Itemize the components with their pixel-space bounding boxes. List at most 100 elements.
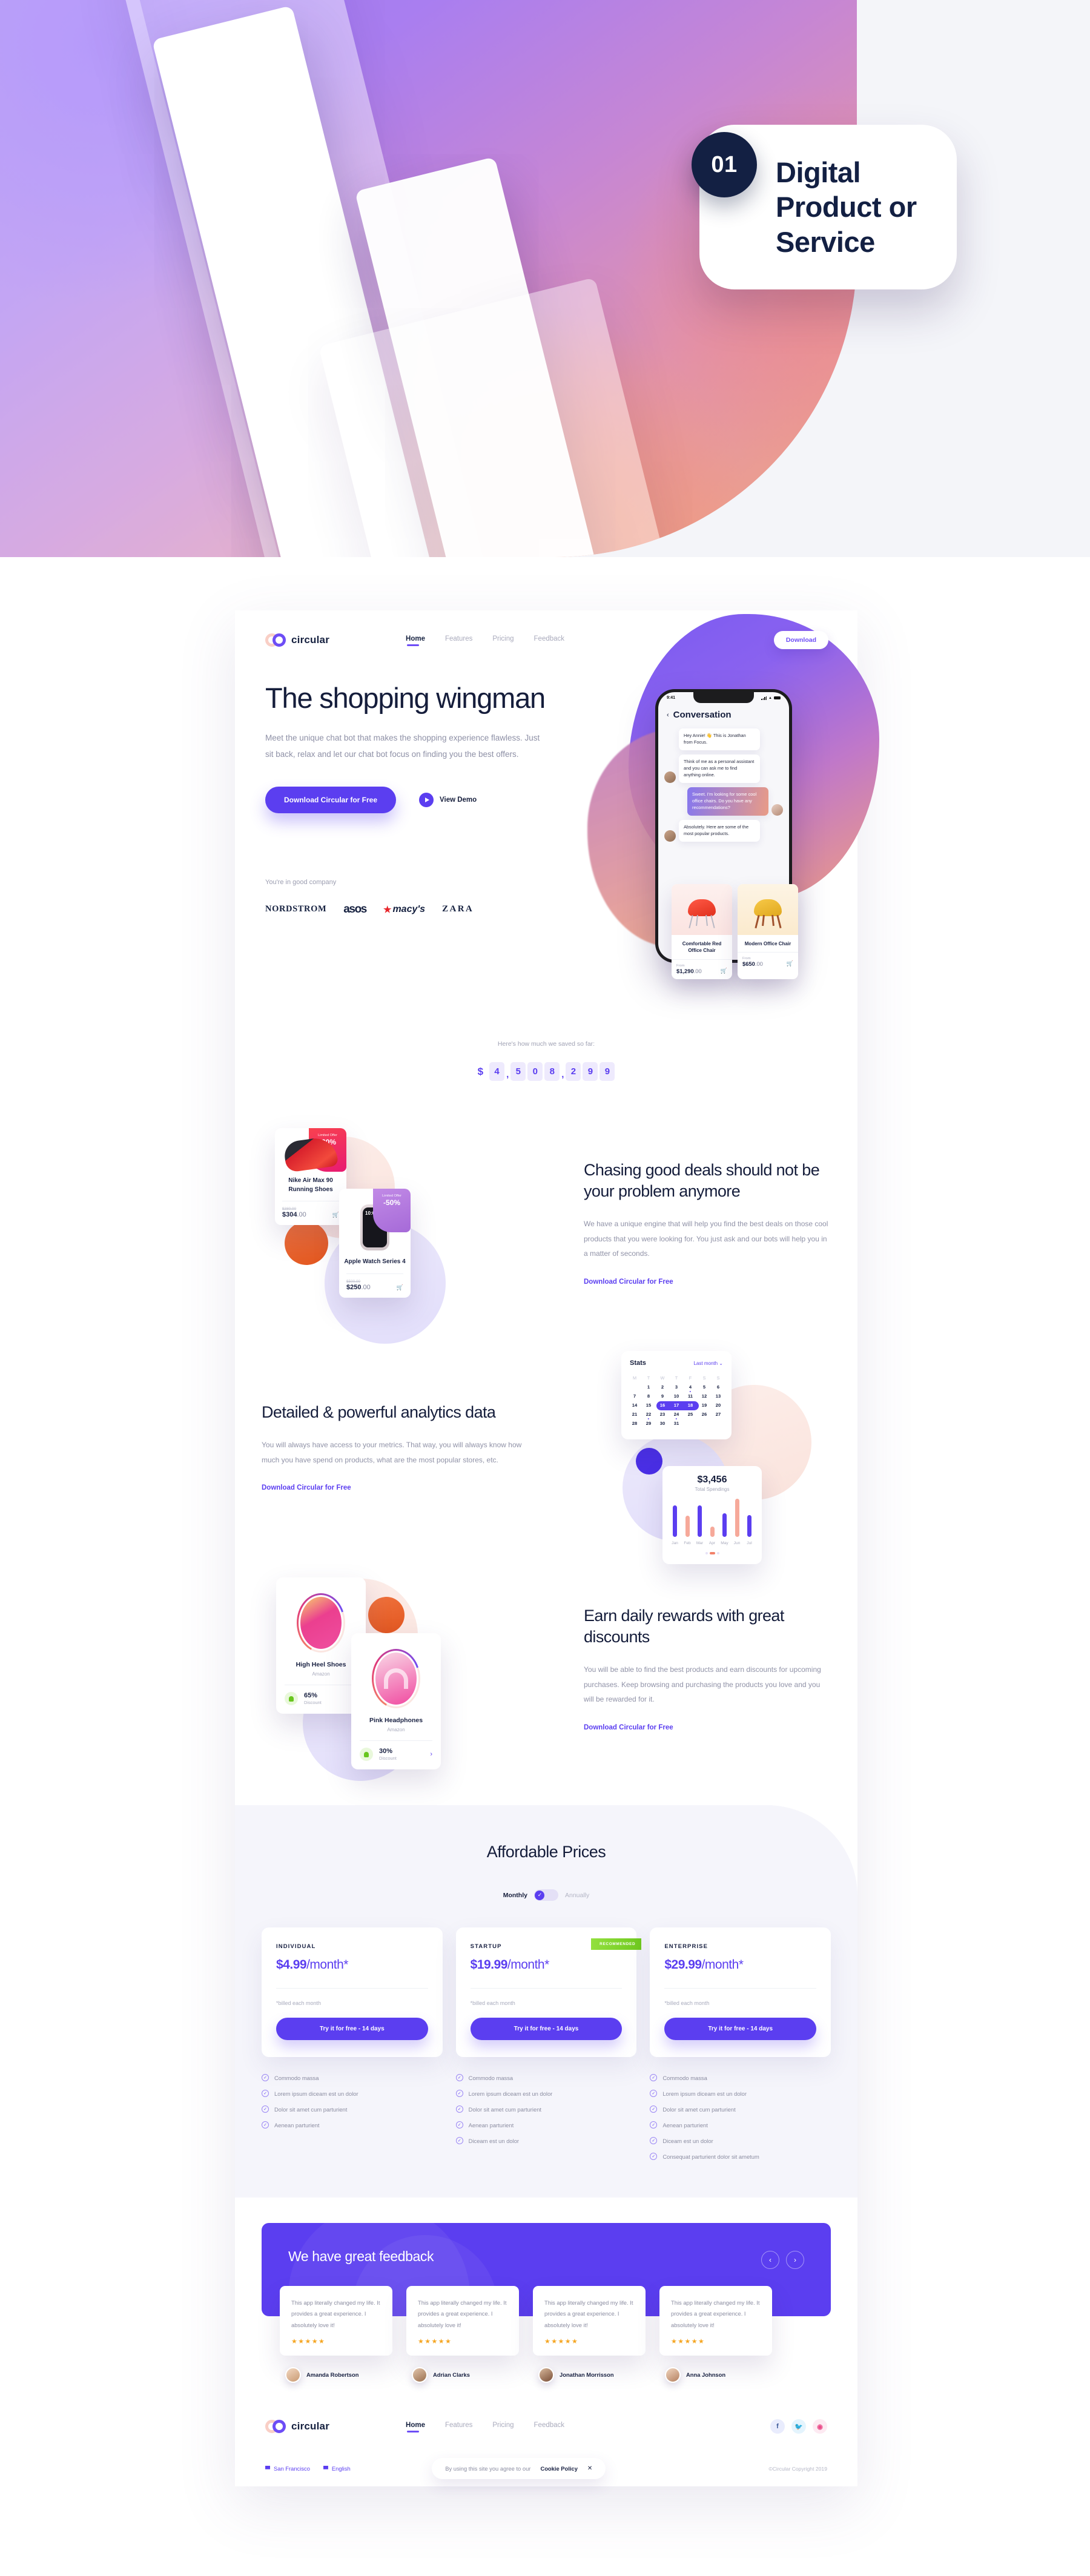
footer-nav-feedback[interactable]: Feedback <box>534 2422 565 2432</box>
deal-card-watch[interactable]: Limited Offer -50% 10:09 Apple Watch Ser… <box>339 1189 411 1298</box>
toggle-label-annually[interactable]: Annually <box>565 1892 589 1899</box>
feature-copy-deals: Chasing good deals should not be your pr… <box>570 1160 831 1287</box>
product-name: Modern Office Chair <box>738 935 798 953</box>
footer-nav-home[interactable]: Home <box>406 2422 425 2432</box>
feature-item: ✓ Aenean parturient <box>650 2121 831 2129</box>
deal-card-shoes[interactable]: Limited Offer -20% Nike Air Max 90 Runni… <box>275 1128 346 1225</box>
offer-label: Limited Offer <box>318 1134 337 1137</box>
signal-icon <box>761 696 767 700</box>
avatar <box>665 2366 681 2383</box>
decor-blob-orange <box>368 1597 405 1633</box>
cart-icon[interactable]: 🛒 <box>787 960 793 967</box>
bar-column: Jun <box>733 1498 741 1545</box>
high-heel-image <box>300 1597 342 1649</box>
feature-item: ✓ Consequat parturient dolor sit ametum <box>650 2153 831 2160</box>
testimonial-card: This app literally changed my life. It p… <box>533 2286 646 2356</box>
feature-link[interactable]: Download Circular for Free <box>584 1278 673 1286</box>
chevron-right-icon[interactable]: › <box>430 1751 432 1758</box>
bar <box>710 1526 715 1537</box>
message-row: Hey Annie! 👋 This is Jonathan from Focus… <box>664 728 783 750</box>
product-card[interactable]: Modern Office Chair From $650.00 🛒 <box>738 884 798 979</box>
plan-note: *billed each month <box>664 2000 710 2006</box>
twitter-icon[interactable]: 🐦 <box>791 2419 806 2434</box>
plan-cta-button[interactable]: Try it for free - 14 days <box>664 2018 817 2040</box>
savings-counter-section: Here's how much we saved so far: $ 4 , 5… <box>235 1031 857 1081</box>
bar-column: Mar <box>696 1505 704 1545</box>
bar-label: Jun <box>733 1541 741 1545</box>
footer-location[interactable]: San Francisco <box>265 2465 310 2472</box>
plan-cta-button[interactable]: Try it for free - 14 days <box>276 2018 428 2040</box>
reward-percent: 30% <box>379 1748 393 1755</box>
testimonial-author: Amanda Robertson <box>280 2366 392 2383</box>
testimonial-text: This app literally changed my life. It p… <box>671 2299 760 2328</box>
feature-item: ✓ Aenean parturient <box>455 2121 637 2129</box>
hero-download-button[interactable]: Download Circular for Free <box>265 786 397 813</box>
plan-period: /month* <box>507 1958 549 1972</box>
feature-art-analytics: Stats Last month ⌄ M T W T F S S 1 2 3 4… <box>558 1347 831 1564</box>
facebook-icon[interactable]: f <box>770 2419 785 2434</box>
cookie-policy-link[interactable]: Cookie Policy <box>540 2465 577 2472</box>
carousel-next-button[interactable]: › <box>786 2251 804 2269</box>
cart-icon[interactable]: 🛒 <box>332 1212 339 1218</box>
feature-copy-rewards: Earn daily rewards with great discounts … <box>570 1605 831 1732</box>
carousel-dots[interactable] <box>671 1552 753 1554</box>
battery-icon <box>774 696 781 700</box>
plan-period: /month* <box>701 1958 744 1972</box>
dribbble-icon[interactable]: ◉ <box>813 2419 827 2434</box>
billing-toggle: Monthly ✓ Annually <box>262 1889 831 1901</box>
close-icon[interactable]: ✕ <box>587 2465 592 2472</box>
bar-label: Jul <box>747 1541 752 1545</box>
feature-item: ✓ Dolor sit amet cum parturient <box>650 2105 831 2113</box>
cookie-text: By using this site you agree to our <box>445 2465 531 2472</box>
deal-price: $304 <box>282 1211 297 1218</box>
check-circle-icon: ✓ <box>650 2153 658 2160</box>
footer-brand-logo[interactable]: circular <box>265 2420 329 2433</box>
footer-nav-pricing[interactable]: Pricing <box>492 2422 514 2432</box>
footer-nav-features[interactable]: Features <box>445 2422 472 2432</box>
plan-price: $29.99 <box>664 1958 702 1972</box>
avatar <box>664 771 676 783</box>
calendar-week: 21 22 23 24 25 26 27 <box>632 1412 721 1417</box>
brand-logos: NORDSTROM asos ★ macy's ZARA <box>265 903 574 916</box>
discount-icon <box>285 1692 298 1705</box>
nav-item-home[interactable]: Home <box>406 635 425 646</box>
feedback-section: We have great feedback ‹ › This app lite… <box>235 2223 857 2383</box>
weekday: T <box>675 1375 678 1381</box>
header-download-button[interactable]: Download <box>773 631 828 649</box>
feature-link[interactable]: Download Circular for Free <box>262 1484 351 1491</box>
toggle-label-monthly[interactable]: Monthly <box>503 1892 527 1899</box>
hero-content: The shopping wingman Meet the unique cha… <box>265 682 574 916</box>
bar <box>722 1513 727 1537</box>
deal-old-price: $380.00 <box>282 1207 297 1211</box>
feature-col-individual: ✓ Commodo massa ✓ Lorem ipsum diceam est u… <box>262 2074 443 2168</box>
rating-stars: ★★★★★ <box>544 2337 579 2345</box>
calendar: M T W T F S S 1 23 45 6 7 8 9 10 11 12 1… <box>630 1375 723 1426</box>
cart-icon[interactable]: 🛒 <box>397 1284 403 1291</box>
testimonial-cards: This app literally changed my life. It p… <box>280 2286 772 2383</box>
calendar-week-selected: 14 15 16 17 18 19 20 <box>630 1401 723 1410</box>
stats-range-select[interactable]: Last month ⌄ <box>693 1361 723 1366</box>
message-bubble: Think of me as a personal assistant and … <box>679 754 760 783</box>
counter-digit: 9 <box>583 1062 598 1081</box>
feature-link[interactable]: Download Circular for Free <box>584 1724 673 1731</box>
author-name: Jonathan Morrisson <box>560 2371 614 2379</box>
bar-label: May <box>721 1541 728 1545</box>
carousel-prev-button[interactable]: ‹ <box>761 2251 779 2269</box>
back-chevron-icon[interactable]: ‹ <box>667 712 669 719</box>
recommended-ribbon: RECOMMENDED <box>591 1938 642 1950</box>
plan-name: ENTERPRISE <box>664 1943 708 1950</box>
nav-item-feedback[interactable]: Feedback <box>534 635 565 646</box>
nav-item-pricing[interactable]: Pricing <box>492 635 514 646</box>
product-card[interactable]: Comfortable Red Office Chair From $1,290… <box>672 884 732 979</box>
brand-logo[interactable]: circular <box>265 633 329 647</box>
reward-card-headphones[interactable]: Pink Headphones Amazon 30% Discount › <box>351 1633 441 1769</box>
bar-label: Mar <box>696 1541 704 1545</box>
hero-view-demo[interactable]: View Demo <box>419 792 477 807</box>
bar <box>698 1505 702 1537</box>
footer-language[interactable]: English <box>323 2465 351 2472</box>
weekday: S <box>716 1375 720 1381</box>
nav-item-features[interactable]: Features <box>445 635 472 646</box>
plan-cta-button[interactable]: Try it for free - 14 days <box>470 2018 623 2040</box>
billing-switch[interactable]: ✓ <box>533 1889 558 1901</box>
cart-icon[interactable]: 🛒 <box>721 968 727 974</box>
